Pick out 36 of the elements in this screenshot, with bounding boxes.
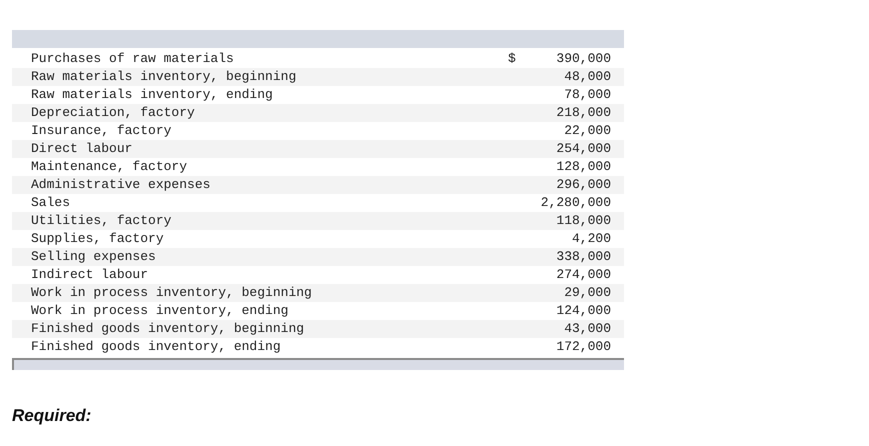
- amount-cell-text: 274,000: [555, 266, 612, 284]
- row-label: Depreciation, factory: [30, 104, 196, 122]
- row-label: Supplies, factory: [30, 230, 165, 248]
- row-label: Work in process inventory, beginning: [30, 284, 313, 302]
- required-heading: Required:: [12, 406, 92, 425]
- amount-cell-text: 48,000: [563, 68, 612, 86]
- row-label: Indirect labour: [30, 266, 150, 284]
- row-label: Finished goods inventory, ending: [30, 338, 282, 356]
- amount-cell-text: 78,000: [563, 86, 612, 104]
- row-label: Insurance, factory: [30, 122, 172, 140]
- row-label: Selling expenses: [30, 248, 157, 266]
- row-label: Work in process inventory, ending: [30, 302, 290, 320]
- amount-cell-text: 296,000: [555, 176, 612, 194]
- amount-cell-text: 22,000: [563, 122, 612, 140]
- amount-cell-text: 43,000: [563, 320, 612, 338]
- amount-cell-text: 218,000: [555, 104, 612, 122]
- row-label: Sales: [30, 194, 72, 212]
- amount-cell-text: 338,000: [555, 248, 612, 266]
- row-label: Direct labour: [30, 140, 134, 158]
- amount-cell-text: 29,000: [563, 284, 612, 302]
- amount-cell-text: 118,000: [555, 212, 612, 230]
- currency-symbol: $: [508, 50, 517, 68]
- amount-cell-text: 390,000: [555, 50, 612, 68]
- row-label: Utilities, factory: [30, 212, 172, 230]
- row-label: Maintenance, factory: [30, 158, 188, 176]
- amount-cell-text: 124,000: [555, 302, 612, 320]
- row-label: Purchases of raw materials: [30, 50, 235, 68]
- amount-cell-text: 172,000: [555, 338, 612, 356]
- amount-cell-text: 2,280,000: [540, 194, 612, 212]
- row-label: Administrative expenses: [30, 176, 212, 194]
- row-label: Finished goods inventory, beginning: [30, 320, 306, 338]
- amount-cell-text: 254,000: [555, 140, 612, 158]
- amount-cell-text: 4,200: [570, 230, 612, 248]
- row-label: Raw materials inventory, ending: [30, 86, 274, 104]
- amount-cell-text: 128,000: [555, 158, 612, 176]
- row-label: Raw materials inventory, beginning: [30, 68, 298, 86]
